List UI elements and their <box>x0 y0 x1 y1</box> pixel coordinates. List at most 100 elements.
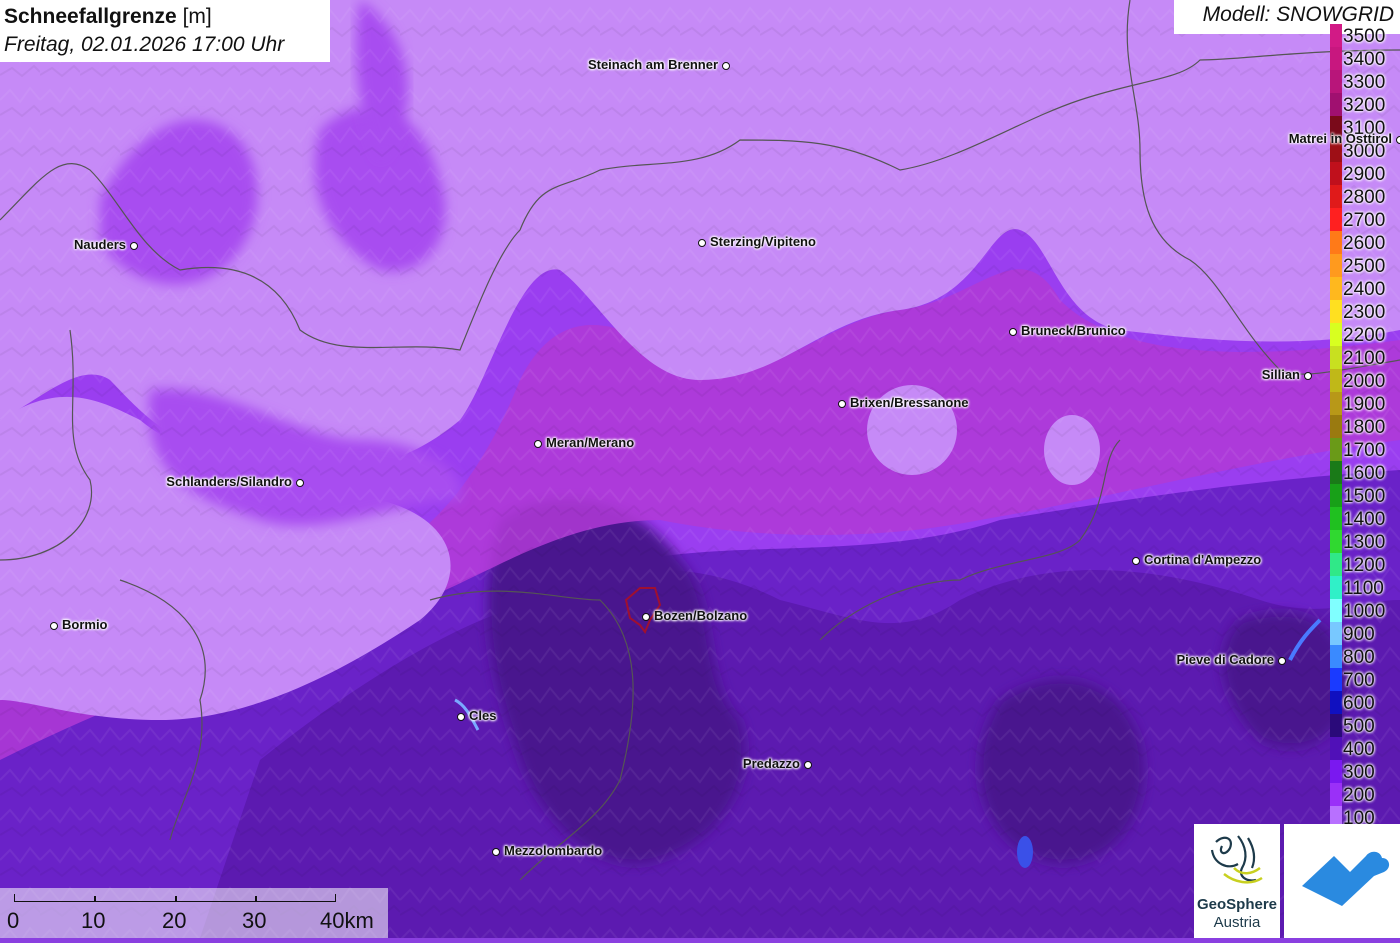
legend-swatch <box>1330 553 1342 576</box>
legend-row: 3400 <box>1328 47 1400 70</box>
legend-row: 2100 <box>1328 346 1400 369</box>
city-marker[interactable] <box>492 848 500 856</box>
legend-label: 300 <box>1343 762 1375 783</box>
legend-swatch <box>1330 254 1342 277</box>
city-marker[interactable] <box>1132 557 1140 565</box>
legend-swatch <box>1330 323 1342 346</box>
city-label[interactable]: Steinach am Brenner <box>588 57 718 72</box>
legend-row: 2700 <box>1328 208 1400 231</box>
title-unit: [m] <box>182 5 212 28</box>
legend-row: 2000 <box>1328 369 1400 392</box>
legend-swatch <box>1330 300 1342 323</box>
city-marker[interactable] <box>838 400 846 408</box>
legend-row: 1800 <box>1328 415 1400 438</box>
city-label[interactable]: Schlanders/Silandro <box>166 474 292 489</box>
legend-label: 2400 <box>1343 279 1386 300</box>
legend-row: 1300 <box>1328 530 1400 553</box>
legend-row: 2400 <box>1328 277 1400 300</box>
city-label[interactable]: Sillian <box>1262 367 1300 382</box>
snowfall-line-map[interactable] <box>0 0 1400 938</box>
legend-label: 500 <box>1343 716 1375 737</box>
city-marker[interactable] <box>130 242 138 250</box>
cloud-arrow-logo-icon <box>1302 851 1390 906</box>
city-marker[interactable] <box>642 613 650 621</box>
legend-row: 2200 <box>1328 323 1400 346</box>
legend-swatch <box>1330 24 1342 47</box>
city-marker[interactable] <box>296 479 304 487</box>
lake-south-east <box>1017 836 1033 868</box>
legend-label: 1900 <box>1343 394 1386 415</box>
city-label[interactable]: Brixen/Bressanone <box>850 395 969 410</box>
city-marker[interactable] <box>722 62 730 70</box>
scale-label-30: 30 <box>242 908 267 933</box>
legend-label: 2000 <box>1343 371 1386 392</box>
legend-label: 700 <box>1343 670 1375 691</box>
legend-label: 400 <box>1343 739 1375 760</box>
geosphere-logo-icon <box>1210 835 1263 884</box>
legend-row: 3300 <box>1328 70 1400 93</box>
legend-swatch <box>1330 185 1342 208</box>
city-label[interactable]: Cles <box>469 708 496 723</box>
city-marker[interactable] <box>1304 372 1312 380</box>
city-label[interactable]: Bozen/Bolzano <box>654 608 747 623</box>
terrain-hillshade <box>0 0 1400 938</box>
city-marker[interactable] <box>534 440 542 448</box>
city-label[interactable]: Sterzing/Vipiteno <box>710 234 816 249</box>
legend-swatch <box>1330 70 1342 93</box>
legend-swatch <box>1330 47 1342 70</box>
legend-swatch <box>1330 622 1342 645</box>
city-marker[interactable] <box>698 239 706 247</box>
legend-swatch <box>1330 576 1342 599</box>
cloud-arrow-logo[interactable] <box>1284 824 1400 938</box>
legend-label: 3500 <box>1343 26 1386 47</box>
scale-label-40km: 40km <box>320 908 374 933</box>
city-label[interactable]: Meran/Merano <box>546 435 634 450</box>
city-marker[interactable] <box>1009 328 1017 336</box>
legend-label: 3300 <box>1343 72 1386 93</box>
legend-row: 1700 <box>1328 438 1400 461</box>
scale-label-0: 0 <box>7 908 20 933</box>
city-label[interactable]: Matrei in Osttirol <box>1289 131 1392 146</box>
legend-row: 500 <box>1328 714 1400 737</box>
legend-row: 2600 <box>1328 231 1400 254</box>
scale-label-10: 10 <box>81 908 106 933</box>
legend-row: 2500 <box>1328 254 1400 277</box>
legend-row: 3500 <box>1328 24 1400 47</box>
color-legend: 3500 3400 3300 3200 3100 3000 2900 2800 2700 2600… <box>1328 24 1400 829</box>
legend-swatch <box>1330 691 1342 714</box>
city-marker[interactable] <box>804 761 812 769</box>
legend-label: 200 <box>1343 785 1375 806</box>
legend-label: 800 <box>1343 647 1375 668</box>
city-label[interactable]: Bruneck/Brunico <box>1021 323 1126 338</box>
city-label[interactable]: Nauders <box>74 237 126 252</box>
legend-swatch <box>1330 530 1342 553</box>
legend-label: 2900 <box>1343 164 1386 185</box>
legend-label: 1400 <box>1343 509 1386 530</box>
legend-label: 2300 <box>1343 302 1386 323</box>
scale-tick <box>94 896 96 902</box>
city-marker[interactable] <box>457 713 465 721</box>
city-label[interactable]: Mezzolombardo <box>504 843 602 858</box>
legend-swatch <box>1330 208 1342 231</box>
legend-swatch <box>1330 277 1342 300</box>
scale-label-20: 20 <box>162 908 187 933</box>
city-label[interactable]: Bormio <box>62 617 108 632</box>
title-box: Schneefallgrenze [m] Freitag, 02.01.2026… <box>0 0 330 62</box>
city-marker[interactable] <box>1396 136 1400 144</box>
city-label[interactable]: Pieve di Cadore <box>1176 652 1274 667</box>
legend-label: 600 <box>1343 693 1375 714</box>
legend-swatch <box>1330 461 1342 484</box>
map-title: Schneefallgrenze [m] <box>4 3 326 31</box>
scale-tick <box>175 896 177 902</box>
city-marker[interactable] <box>50 622 58 630</box>
city-marker[interactable] <box>1278 657 1286 665</box>
legend-label: 1700 <box>1343 440 1386 461</box>
legend-label: 1500 <box>1343 486 1386 507</box>
legend-row: 1600 <box>1328 461 1400 484</box>
legend-label: 2200 <box>1343 325 1386 346</box>
city-label[interactable]: Cortina d'Ampezzo <box>1144 552 1261 567</box>
legend-label: 1300 <box>1343 532 1386 553</box>
geosphere-logo[interactable]: GeoSphere Austria <box>1194 824 1280 938</box>
legend-row: 1100 <box>1328 576 1400 599</box>
city-label[interactable]: Predazzo <box>743 756 800 771</box>
